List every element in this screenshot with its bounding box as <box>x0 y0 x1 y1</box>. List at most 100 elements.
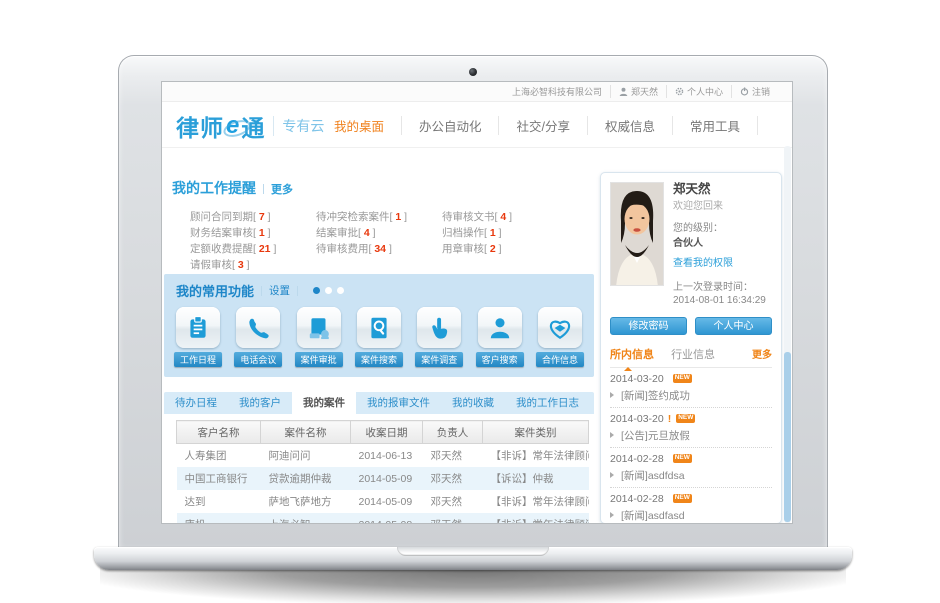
nav-social-share[interactable]: 社交/分享 <box>499 116 587 135</box>
new-badge: NEW <box>676 414 695 423</box>
handshake-heart-icon <box>547 315 573 341</box>
new-badge: NEW <box>673 454 692 463</box>
news-list: 2014-03-20NEW [新闻]签约成功 2014-03-20!NEW [公… <box>610 368 772 524</box>
reminder-item[interactable]: 待冲突检索案件1 <box>316 209 442 225</box>
tab-my-cases[interactable]: 我的案件 <box>292 392 356 414</box>
personal-center-button[interactable]: 个人中心 <box>695 317 772 335</box>
arrow-right-icon <box>610 432 617 438</box>
tab-internal-news[interactable]: 所内信息 <box>610 349 654 361</box>
table-row[interactable]: 达到萨地飞萨地方2014-05-09邓天然【非诉】常年法律顾问 <box>177 490 589 513</box>
col-case-type: 案件类别 <box>483 421 589 444</box>
col-case-name: 案件名称 <box>261 421 351 444</box>
tab-my-clients[interactable]: 我的客户 <box>228 392 292 414</box>
news-tabs: 所内信息 行业信息 更多 <box>610 346 772 368</box>
divider <box>261 286 262 296</box>
func-client-search[interactable]: 客户搜索 <box>476 307 524 367</box>
news-item[interactable]: 2014-02-28NEW [新闻]asdfdsa <box>610 448 772 488</box>
carousel-dot[interactable] <box>337 287 344 294</box>
news-item[interactable]: 2014-02-28NEW [新闻]asdfasd <box>610 488 772 524</box>
func-case-approval[interactable]: 案件审批 <box>295 307 343 367</box>
person-icon <box>487 315 513 341</box>
reminder-item[interactable]: 顾问合同到期7 <box>190 209 316 225</box>
change-password-button[interactable]: 修改密码 <box>610 317 687 335</box>
nav-office-automation[interactable]: 办公自动化 <box>402 116 500 135</box>
func-work-schedule[interactable]: 工作日程 <box>174 307 222 367</box>
nav-authority-info[interactable]: 权威信息 <box>588 116 673 135</box>
site-header: 律师 e 通 专有云 我的桌面 办公自动化 社交/分享 权威信息 常用工具 <box>162 103 792 148</box>
reminders-grid: 顾问合同到期7 财务结案审核1 定额收费提醒21 请假审核3 待冲突检索案件1 … <box>172 209 592 273</box>
table-row[interactable]: 人寿集团阿迪问问2014-06-13邓天然【非诉】常年法律顾问 <box>177 444 589 468</box>
phone-icon <box>245 315 271 341</box>
col-owner: 负责人 <box>423 421 483 444</box>
reminder-item[interactable]: 请假审核3 <box>190 257 316 273</box>
tab-industry-news[interactable]: 行业信息 <box>671 349 715 361</box>
laptop-lid-notch <box>397 547 549 556</box>
arrow-right-icon <box>610 392 617 398</box>
clipboard-icon <box>185 315 211 341</box>
power-icon <box>740 87 749 96</box>
profile-welcome: 欢迎您回来 <box>673 201 766 214</box>
page-scrollbar <box>784 146 791 523</box>
hand-pointer-icon <box>426 315 452 341</box>
table-header-row: 客户名称 案件名称 收案日期 负责人 案件类别 <box>177 421 589 444</box>
current-user[interactable]: 郑天然 <box>610 85 666 98</box>
func-case-investigate[interactable]: 案件调查 <box>415 307 463 367</box>
site-logo: 律师 e 通 专有云 <box>176 109 324 143</box>
profile-name: 郑天然 <box>673 182 766 198</box>
tab-my-work-log[interactable]: 我的工作日志 <box>505 392 590 414</box>
reminders-col-2: 待冲突检索案件1 结案审批4 待审核费用34 <box>316 209 442 273</box>
tab-my-favorites[interactable]: 我的收藏 <box>441 392 505 414</box>
work-reminders-section: 我的工作提醒更多 顾问合同到期7 财务结案审核1 定额收费提醒21 请假审核3 … <box>172 178 592 273</box>
reminder-item[interactable]: 待审核费用34 <box>316 241 442 257</box>
logout-link[interactable]: 注销 <box>731 85 778 98</box>
reminder-item[interactable]: 财务结案审核1 <box>190 225 316 241</box>
reminder-item[interactable]: 结案审批4 <box>316 225 442 241</box>
quick-functions-row: 工作日程 电话会议 案件审批 案件搜索 案件调查 <box>164 300 594 367</box>
main-nav: 我的桌面 办公自动化 社交/分享 权威信息 常用工具 <box>317 103 758 147</box>
functions-settings-link[interactable]: 设置 <box>269 283 290 298</box>
view-permissions-link[interactable]: 查看我的权限 <box>673 258 766 271</box>
arrow-right-icon <box>610 512 617 518</box>
tab-my-review-docs[interactable]: 我的报审文件 <box>356 392 441 414</box>
nav-my-desktop[interactable]: 我的桌面 <box>317 116 402 135</box>
reminder-item[interactable]: 用章审核2 <box>442 241 582 257</box>
profile-block: 郑天然 欢迎您回来 您的级别： 合伙人 查看我的权限 上一次登录时间： 2014… <box>610 182 772 308</box>
browser-screen: 上海必智科技有限公司 郑天然 个人中心 注销 律师 e 通 专有云 <box>161 81 793 524</box>
reminder-item[interactable]: 定额收费提醒21 <box>190 241 316 257</box>
profile-buttons: 修改密码 个人中心 <box>610 317 772 335</box>
tab-todo-schedule[interactable]: 待办日程 <box>164 392 228 414</box>
func-phone-conference[interactable]: 电话会议 <box>234 307 282 367</box>
personal-center-link[interactable]: 个人中心 <box>666 85 731 98</box>
cases-table: 客户名称 案件名称 收案日期 负责人 案件类别 人寿集团阿迪问问2014-06-… <box>176 420 589 524</box>
gear-icon <box>675 87 684 96</box>
user-icon <box>619 87 628 96</box>
profile-level-label: 您的级别： <box>673 223 766 236</box>
nav-common-tools[interactable]: 常用工具 <box>673 116 758 135</box>
news-item[interactable]: 2014-03-20!NEW [公告]元旦放假 <box>610 408 772 448</box>
content-tabs: 待办日程 我的客户 我的案件 我的报审文件 我的收藏 我的工作日志 <box>164 392 594 414</box>
carousel-dot-active[interactable] <box>313 287 320 294</box>
reminders-col-1: 顾问合同到期7 财务结案审核1 定额收费提醒21 请假审核3 <box>190 209 316 273</box>
avatar <box>610 182 664 286</box>
col-intake-date: 收案日期 <box>351 421 423 444</box>
table-row[interactable]: 中国工商银行贷款逾期仲裁2014-05-09邓天然【诉讼】仲裁 <box>177 467 589 490</box>
profile-sidebar-card: 郑天然 欢迎您回来 您的级别： 合伙人 查看我的权限 上一次登录时间： 2014… <box>600 172 782 524</box>
scrollbar-thumb[interactable] <box>784 352 791 522</box>
table-row[interactable]: 康机上海必智2014-05-08邓天然【非诉】常年法律顾问 <box>177 513 589 524</box>
logo-e-swirl-icon: e <box>226 114 239 138</box>
profile-level-value: 合伙人 <box>673 238 766 251</box>
func-case-search[interactable]: 案件搜索 <box>355 307 403 367</box>
laptop-base <box>94 547 852 570</box>
carousel-dot[interactable] <box>325 287 332 294</box>
logo-text-left: 律师 <box>176 109 224 143</box>
top-utility-bar: 上海必智科技有限公司 郑天然 个人中心 注销 <box>162 82 792 102</box>
reminders-col-3: 待审核文书4 归档操作1 用章审核2 <box>442 209 582 273</box>
reminder-item[interactable]: 归档操作1 <box>442 225 582 241</box>
profile-info: 郑天然 欢迎您回来 您的级别： 合伙人 查看我的权限 上一次登录时间： 2014… <box>673 182 766 308</box>
news-item[interactable]: 2014-03-20NEW [新闻]签约成功 <box>610 368 772 408</box>
func-cooperation-info[interactable]: 合作信息 <box>536 307 584 367</box>
news-more-link[interactable]: 更多 <box>752 346 772 361</box>
divider <box>297 286 298 296</box>
reminders-more-link[interactable]: 更多 <box>271 184 293 196</box>
reminder-item[interactable]: 待审核文书4 <box>442 209 582 225</box>
